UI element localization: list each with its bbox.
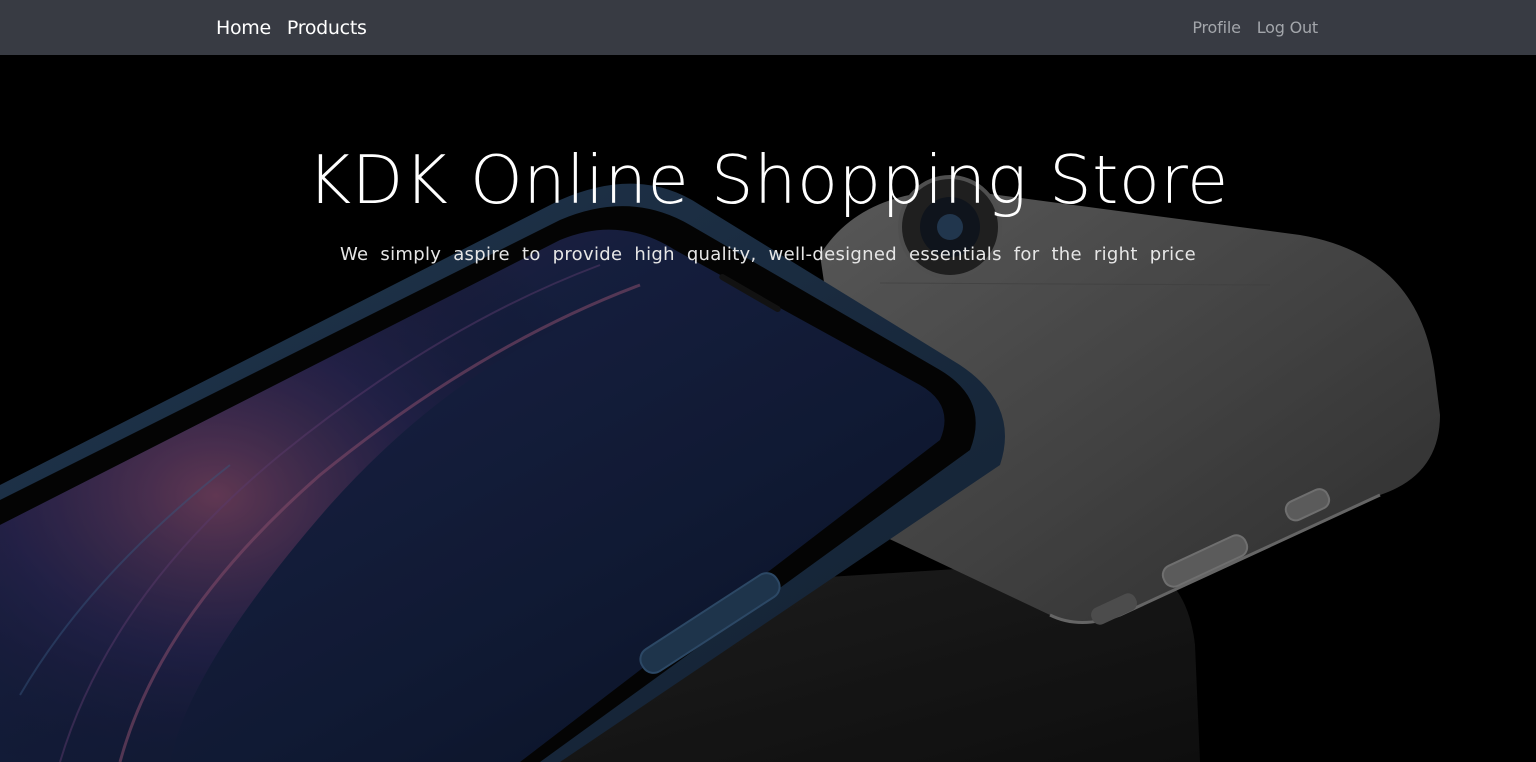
nav-link-profile[interactable]: Profile <box>1192 18 1241 37</box>
top-navbar: Home Products Profile Log Out <box>0 0 1536 55</box>
nav-account-links: Profile Log Out <box>1192 0 1318 55</box>
nav-link-logout[interactable]: Log Out <box>1257 18 1318 37</box>
hero-banner: KDK Online Shopping Store We simply aspi… <box>0 55 1536 762</box>
nav-link-products[interactable]: Products <box>287 17 367 39</box>
nav-link-home[interactable]: Home <box>216 17 271 39</box>
hero-title: KDK Online Shopping Store <box>307 141 1229 219</box>
hero-subtitle: We simply aspire to provide high quality… <box>339 244 1197 265</box>
nav-primary-links: Home Products <box>216 0 367 55</box>
